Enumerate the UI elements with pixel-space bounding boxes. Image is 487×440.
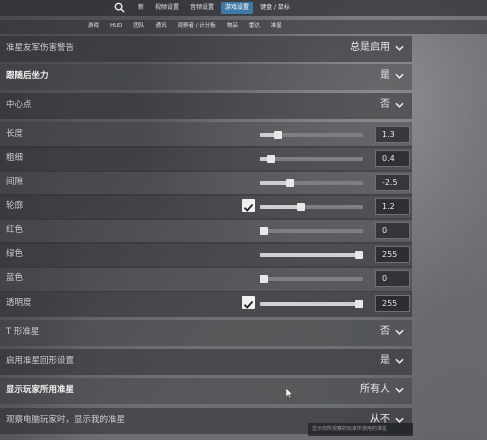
setting-row-show-player-crosshair[interactable]: 显示玩家所用准星 所有人 [0, 378, 412, 404]
alpha-number-input[interactable]: 255 [375, 295, 410, 312]
sub-navigation-bar: 游戏 HUD 团队 通讯 观察者 / 计分板 物品 雷达 准星 [0, 20, 487, 34]
setting-value[interactable]: 所有人 [360, 384, 390, 396]
slider-thumb[interactable] [355, 300, 363, 308]
slider-thumb[interactable] [297, 203, 306, 211]
green-slider[interactable] [260, 251, 363, 259]
setting-value[interactable]: 总是启用 [350, 42, 390, 54]
slider-fill [260, 205, 302, 209]
setting-label: 轮廓 [6, 201, 24, 211]
setting-value[interactable]: 是 [380, 70, 390, 82]
chevron-down-icon[interactable] [395, 101, 404, 109]
setting-label: 显示玩家所用准星 [6, 385, 75, 395]
setting-label: 粗细 [6, 153, 24, 163]
length-slider[interactable] [260, 131, 363, 139]
tab-keyboard-mouse[interactable]: 键盘 / 鼠标 [256, 2, 294, 14]
subtab-items[interactable]: 物品 [227, 22, 238, 31]
top-navigation-bar: 新 视频设置 音频设置 游戏设置 键盘 / 鼠标 [0, 0, 487, 16]
alpha-checkbox[interactable] [242, 296, 255, 309]
blue-number-input[interactable]: 0 [375, 270, 410, 287]
subtab-game[interactable]: 游戏 [88, 22, 99, 31]
setting-value[interactable]: 否 [380, 326, 390, 338]
chevron-down-icon[interactable] [395, 328, 404, 336]
checkmark-icon [243, 300, 254, 309]
chevron-down-icon[interactable] [395, 44, 404, 52]
setting-label: 中心点 [6, 100, 32, 110]
chevron-down-icon[interactable] [395, 386, 404, 394]
alpha-slider[interactable] [260, 300, 363, 308]
setting-row-alpha[interactable]: 透明度 255 [0, 291, 412, 317]
outline-number-input[interactable]: 1.2 [375, 198, 410, 215]
outline-checkbox[interactable] [242, 199, 255, 212]
subtab-spectator-scoreboard[interactable]: 观察者 / 计分板 [177, 22, 215, 31]
setting-row-t-style[interactable]: T 形准星 否 [0, 320, 412, 346]
subtab-crosshair[interactable]: 准星 [271, 22, 282, 31]
tab-audio-settings[interactable]: 音频设置 [186, 2, 218, 14]
slider-thumb[interactable] [266, 155, 275, 163]
setting-label: 绿色 [6, 249, 24, 259]
setting-label: 观察电脑玩家时，显示我的准星 [6, 415, 126, 425]
setting-row-friendly-fire-warning[interactable]: 准星友军伤害警告 总是启用 [0, 36, 412, 62]
subtab-radar[interactable]: 雷达 [249, 22, 260, 31]
blue-slider[interactable] [260, 275, 363, 283]
setting-tooltip: 显示你所观察的玩家所使用的准星 [308, 423, 413, 436]
setting-row-outline[interactable]: 轮廓 1.2 [0, 194, 412, 220]
slider-thumb[interactable] [274, 131, 283, 139]
setting-row-weapon-gap[interactable]: 启用准星回形设置 是 [0, 349, 412, 375]
setting-label: 启用准星回形设置 [6, 356, 75, 366]
chevron-down-icon[interactable] [395, 72, 404, 80]
thickness-slider[interactable] [260, 155, 363, 163]
slider-thumb[interactable] [260, 227, 268, 235]
tab-new[interactable]: 新 [134, 2, 148, 14]
length-number-input[interactable]: 1.3 [375, 126, 410, 143]
setting-row-blue[interactable]: 蓝色 0 [0, 266, 412, 292]
setting-row-center-dot[interactable]: 中心点 否 [0, 93, 412, 119]
subtab-hud[interactable]: HUD [110, 22, 122, 31]
setting-label: 透明度 [6, 298, 32, 308]
slider-fill [260, 253, 359, 257]
setting-label: 跟随后坐力 [6, 71, 49, 81]
green-number-input[interactable]: 255 [375, 246, 410, 263]
thickness-number-input[interactable]: 0.4 [375, 150, 410, 167]
setting-value[interactable]: 否 [380, 99, 390, 111]
slider-fill [260, 302, 359, 306]
search-icon[interactable] [114, 2, 125, 13]
setting-row-follow-recoil[interactable]: 跟随后坐力 是 [0, 64, 412, 90]
slider-thumb[interactable] [355, 251, 363, 259]
red-number-input[interactable]: 0 [375, 222, 410, 239]
setting-row-gap[interactable]: 间隙 -2.5 [0, 170, 412, 196]
setting-label: 准星友军伤害警告 [6, 43, 75, 53]
setting-label: 长度 [6, 129, 24, 139]
tab-game-settings[interactable]: 游戏设置 [221, 2, 254, 14]
checkmark-icon [243, 203, 254, 212]
outline-slider[interactable] [260, 203, 363, 211]
setting-label: T 形准星 [6, 327, 40, 337]
setting-row-red[interactable]: 红色 0 [0, 218, 412, 244]
tab-video-settings[interactable]: 视频设置 [151, 2, 183, 14]
slider-thumb[interactable] [260, 275, 268, 283]
mouse-cursor-icon [286, 388, 293, 398]
setting-label: 间隙 [6, 177, 24, 187]
setting-label: 红色 [6, 225, 24, 235]
subtab-team[interactable]: 团队 [133, 22, 144, 31]
background-right-glow [417, 0, 487, 440]
setting-value[interactable]: 是 [380, 355, 390, 367]
subtab-communication[interactable]: 通讯 [155, 22, 166, 31]
setting-row-thickness[interactable]: 粗细 0.4 [0, 146, 412, 172]
setting-label: 蓝色 [6, 273, 24, 283]
slider-thumb[interactable] [285, 179, 294, 187]
gap-number-input[interactable]: -2.5 [375, 174, 410, 191]
gap-slider[interactable] [260, 179, 363, 187]
setting-row-length[interactable]: 长度 1.3 [0, 122, 412, 148]
chevron-down-icon[interactable] [395, 357, 404, 365]
setting-row-green[interactable]: 绿色 255 [0, 242, 412, 268]
red-slider[interactable] [260, 227, 363, 235]
